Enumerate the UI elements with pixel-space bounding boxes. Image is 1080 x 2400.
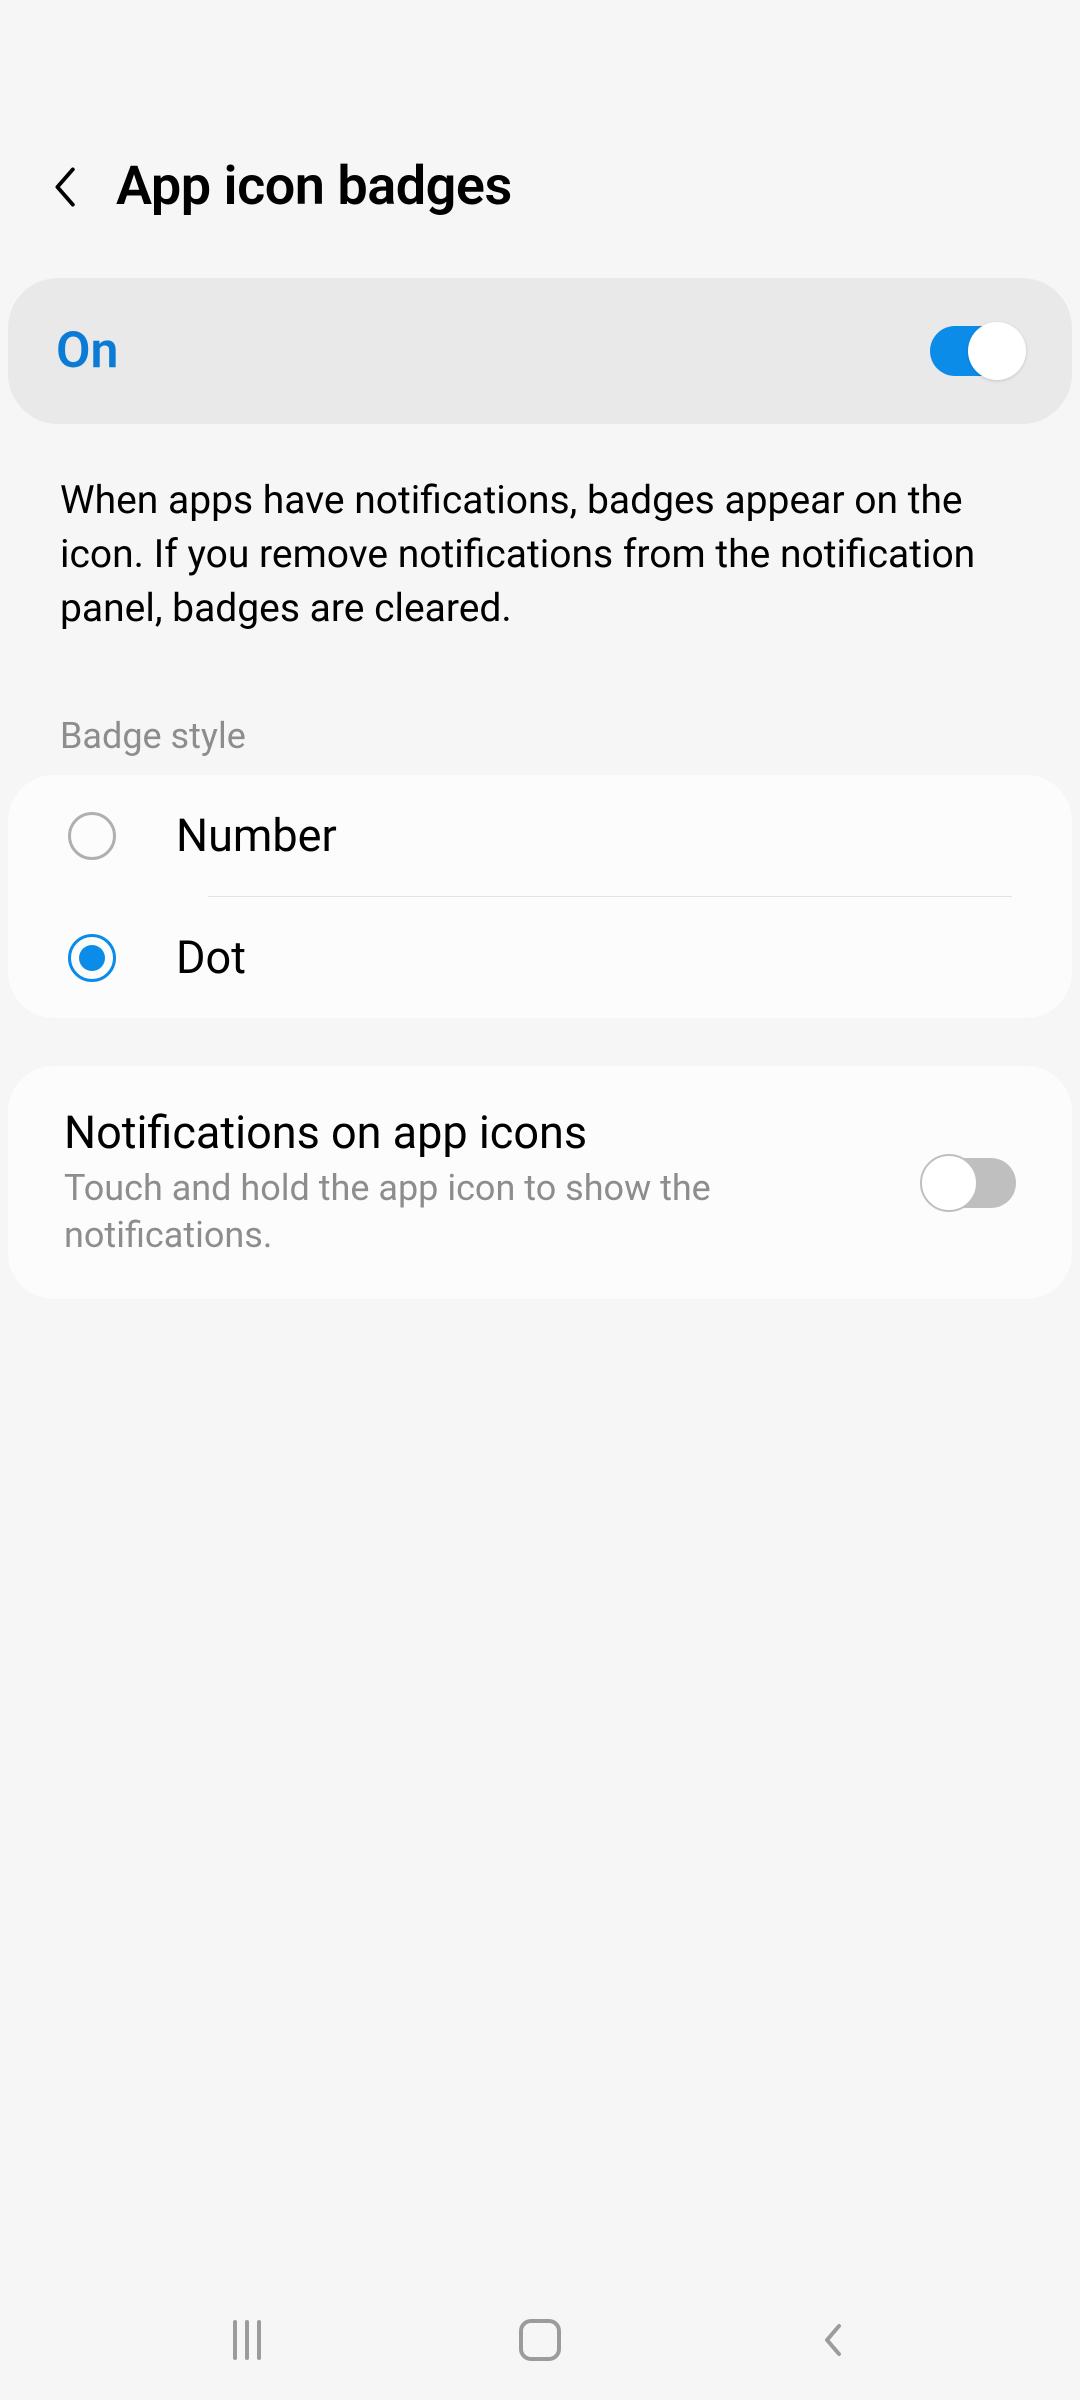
item-text: Notifications on app icons Touch and hol… xyxy=(64,1106,892,1259)
radio-option-dot[interactable]: Dot xyxy=(8,897,1072,1018)
description-text: When apps have notifications, badges app… xyxy=(0,424,1080,675)
nav-back-button[interactable] xyxy=(803,2310,863,2370)
badge-style-card: Number Dot xyxy=(8,775,1072,1018)
chevron-left-icon xyxy=(821,2320,845,2360)
radio-label: Number xyxy=(176,809,337,862)
nav-home-button[interactable] xyxy=(510,2310,570,2370)
item-title: Notifications on app icons xyxy=(64,1106,892,1159)
page-title: App icon badges xyxy=(116,155,512,218)
radio-inner-dot xyxy=(79,945,105,971)
master-toggle-label: On xyxy=(56,322,118,380)
item-subtitle: Touch and hold the app icon to show the … xyxy=(64,1165,892,1259)
back-button[interactable] xyxy=(40,163,88,211)
recents-icon xyxy=(233,2320,261,2360)
home-icon xyxy=(519,2319,561,2361)
nav-recents-button[interactable] xyxy=(217,2310,277,2370)
navigation-bar xyxy=(0,2280,1080,2400)
notifications-on-icons-card[interactable]: Notifications on app icons Touch and hol… xyxy=(8,1066,1072,1299)
radio-icon-selected xyxy=(68,934,116,982)
master-toggle-switch[interactable] xyxy=(930,326,1024,376)
chevron-left-icon xyxy=(50,165,78,209)
header: App icon badges xyxy=(0,0,1080,278)
badge-style-section-label: Badge style xyxy=(0,675,1080,775)
radio-label: Dot xyxy=(176,931,246,984)
master-toggle-card[interactable]: On xyxy=(8,278,1072,424)
notifications-toggle-switch[interactable] xyxy=(922,1158,1016,1208)
radio-icon xyxy=(68,812,116,860)
radio-option-number[interactable]: Number xyxy=(8,775,1072,896)
